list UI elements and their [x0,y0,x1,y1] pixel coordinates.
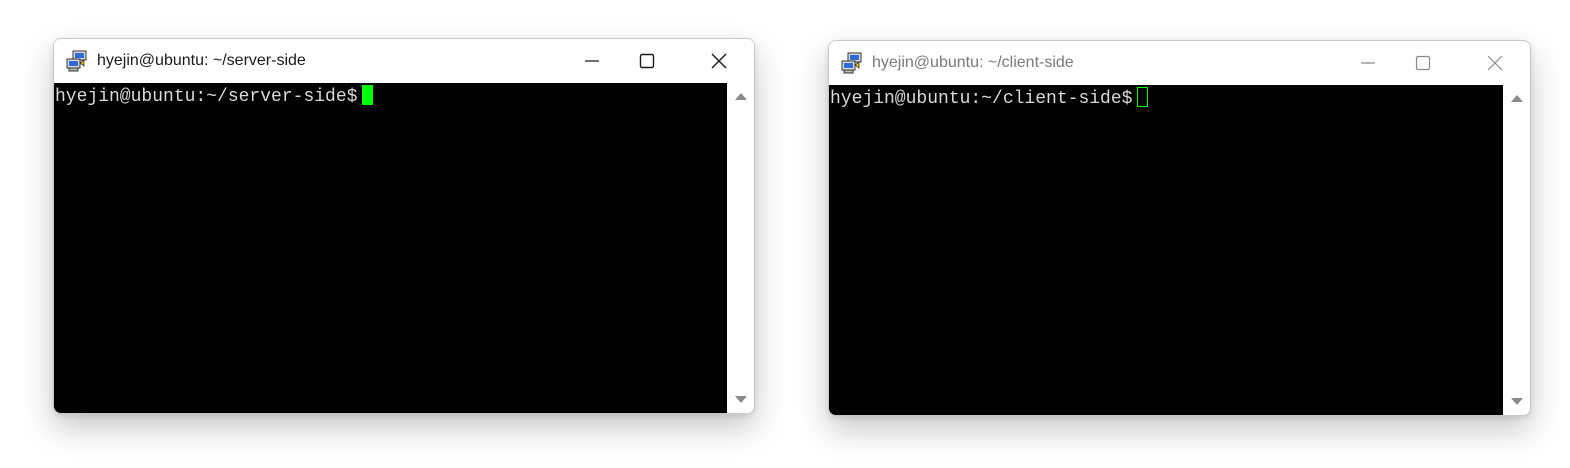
desktop: hyejin@ubuntu: ~/server-side hyejin@ubun… [0,0,1570,468]
terminal-window-server-side[interactable]: hyejin@ubuntu: ~/server-side hyejin@ubun… [53,38,755,414]
maximize-icon [1415,55,1431,71]
close-icon [711,53,727,69]
close-button[interactable] [1472,45,1518,81]
putty-computers-icon[interactable] [66,50,88,72]
maximize-icon [639,53,655,69]
maximize-button[interactable] [1400,45,1446,81]
title-bar[interactable]: hyejin@ubuntu: ~/server-side [54,39,754,83]
terminal-window-client-side[interactable]: hyejin@ubuntu: ~/client-side hyejin@ubun… [828,40,1531,416]
vertical-scrollbar[interactable] [1503,85,1530,415]
minimize-icon [585,60,599,62]
maximize-button[interactable] [624,43,670,79]
close-button[interactable] [696,43,742,79]
shell-prompt: hyejin@ubuntu:~/server-side$ [55,87,358,107]
scroll-down-arrow-icon[interactable] [735,396,747,403]
minimize-button[interactable] [569,43,615,79]
terminal-cursor [362,85,374,105]
minimize-button[interactable] [1345,45,1391,81]
terminal-cursor [1137,87,1149,107]
scroll-up-arrow-icon[interactable] [1511,95,1523,102]
window-title: hyejin@ubuntu: ~/server-side [97,52,306,69]
scroll-down-arrow-icon[interactable] [1511,398,1523,405]
terminal-area[interactable]: hyejin@ubuntu:~/client-side$ [829,85,1503,415]
shell-prompt: hyejin@ubuntu:~/client-side$ [830,89,1133,109]
window-title: hyejin@ubuntu: ~/client-side [872,54,1074,71]
vertical-scrollbar[interactable] [727,83,754,413]
title-bar[interactable]: hyejin@ubuntu: ~/client-side [829,41,1530,85]
scroll-up-arrow-icon[interactable] [735,93,747,100]
terminal-area[interactable]: hyejin@ubuntu:~/server-side$ [54,83,727,413]
putty-computers-icon[interactable] [841,52,863,74]
close-icon [1487,55,1503,71]
minimize-icon [1361,62,1375,64]
